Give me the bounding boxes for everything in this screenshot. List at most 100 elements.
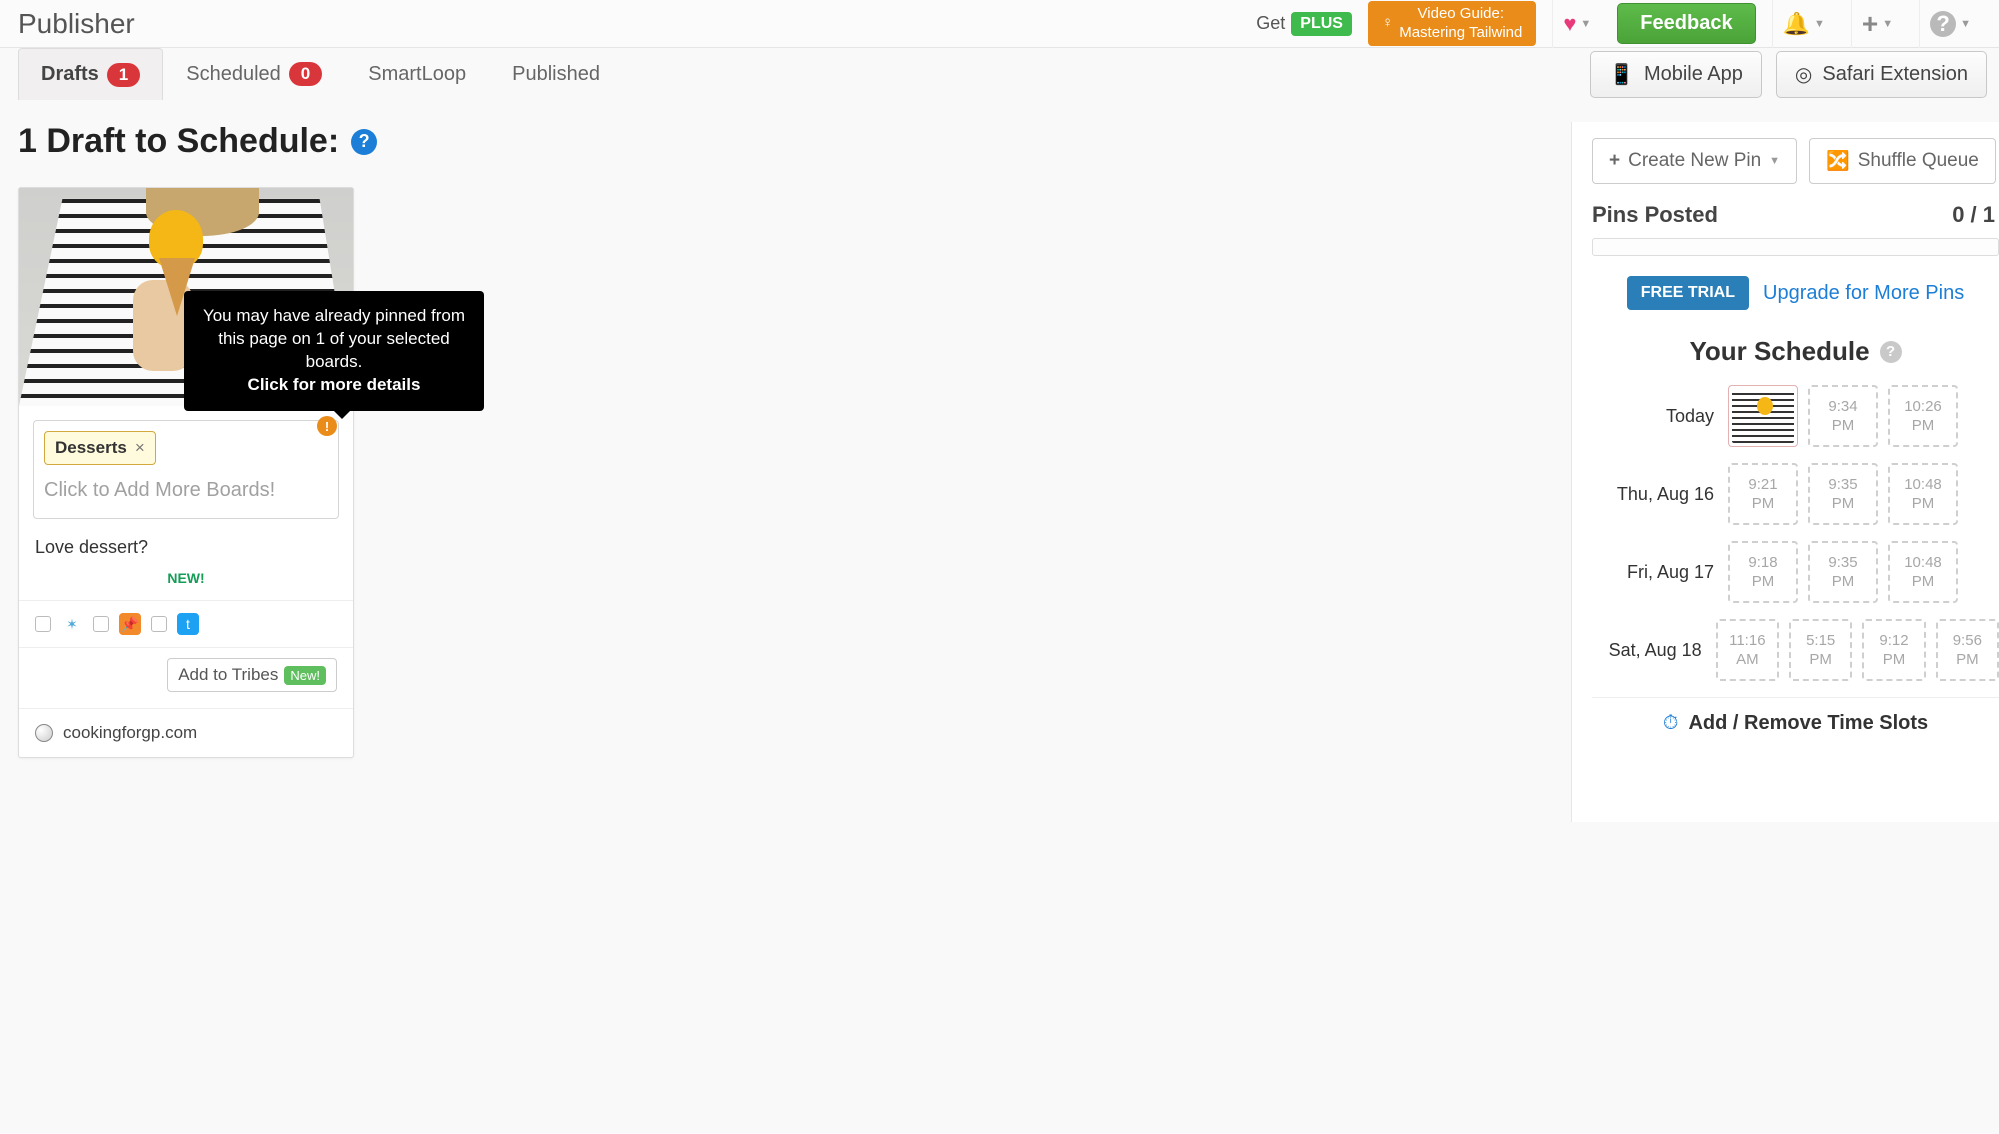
tab-drafts[interactable]: Drafts 1 <box>18 48 163 100</box>
tab-label: Published <box>512 63 600 86</box>
slot-time: 10:48 <box>1904 475 1942 495</box>
left-column: 1 Draft to Schedule: ? You may have alre… <box>18 122 1551 758</box>
tribes-new-badge: New! <box>284 666 326 685</box>
slot-period: PM <box>1832 416 1855 436</box>
schedule-row: Fri, Aug 179:18PM9:35PM10:48PM <box>1592 541 1999 603</box>
board-chip-label: Desserts <box>55 438 127 458</box>
schedule-day-label: Thu, Aug 16 <box>1592 484 1718 505</box>
shuffle-queue-button[interactable]: 🔀 Shuffle Queue <box>1809 138 1996 184</box>
mobile-app-label: Mobile App <box>1644 63 1743 86</box>
twitter-icon: t <box>177 613 199 635</box>
twitter-checkbox[interactable] <box>151 616 167 632</box>
schedule-slot[interactable]: 9:35PM <box>1808 463 1878 525</box>
pin-thumbnail-icon <box>1732 389 1794 443</box>
schedule-title-row: Your Schedule ? <box>1592 336 1999 367</box>
page-heading: 1 Draft to Schedule: <box>18 122 339 161</box>
schedule-slot[interactable]: 9:12PM <box>1862 619 1925 681</box>
schedule-slot[interactable] <box>1728 385 1798 447</box>
plus-icon: + <box>1609 150 1620 172</box>
remove-board-icon[interactable]: × <box>135 438 145 458</box>
tribes-row: Add to Tribes New! <box>19 648 353 708</box>
add-to-tribes-button[interactable]: Add to Tribes New! <box>167 658 337 692</box>
schedule-day-label: Today <box>1592 406 1718 427</box>
tab-smartloop[interactable]: SmartLoop <box>345 48 489 100</box>
help-icon[interactable]: ? <box>1880 341 1902 363</box>
share-row: ✶ 📌 t <box>19 600 353 648</box>
feedback-button[interactable]: Feedback <box>1617 3 1755 44</box>
schedule-slot[interactable]: 9:21PM <box>1728 463 1798 525</box>
get-plus-link[interactable]: Get PLUS <box>1256 12 1352 36</box>
tribes-label: Add to Tribes <box>178 665 278 685</box>
favorites-dropdown[interactable]: ♥ ▼ <box>1552 0 1601 48</box>
notifications-dropdown[interactable]: 🔔 ▼ <box>1772 0 1835 48</box>
schedule-slot[interactable]: 10:48PM <box>1888 541 1958 603</box>
add-remove-slots-button[interactable]: ⏱ Add / Remove Time Slots <box>1592 697 1999 749</box>
mobile-app-button[interactable]: 📱 Mobile App <box>1590 51 1762 98</box>
pin-description[interactable]: Love dessert? <box>19 533 353 570</box>
heart-icon: ♥ <box>1563 11 1576 37</box>
source-row[interactable]: cookingforgp.com <box>19 708 353 757</box>
tab-label: SmartLoop <box>368 63 466 86</box>
video-guide-line2: Mastering Tailwind <box>1399 24 1522 41</box>
video-guide-line1: Video Guide: <box>1418 5 1504 22</box>
schedule-slot[interactable]: 9:35PM <box>1808 541 1878 603</box>
warning-icon[interactable]: ! <box>317 416 337 436</box>
create-new-pin-button[interactable]: + Create New Pin ▼ <box>1592 138 1797 184</box>
page-heading-row: 1 Draft to Schedule: ? <box>18 122 1551 161</box>
main-content: 1 Draft to Schedule: ? You may have alre… <box>0 100 1999 822</box>
schedule-slot[interactable]: 9:18PM <box>1728 541 1798 603</box>
slot-time: 5:15 <box>1806 631 1835 651</box>
create-pin-label: Create New Pin <box>1628 150 1761 172</box>
slot-period: PM <box>1832 494 1855 514</box>
app-title: Publisher <box>18 8 135 40</box>
slot-time: 9:56 <box>1953 631 1982 651</box>
chevron-down-icon: ▼ <box>1882 18 1893 30</box>
pins-posted-label: Pins Posted <box>1592 202 1718 228</box>
pinterest-icon: 📌 <box>119 613 141 635</box>
tailwind-icon: ✶ <box>61 613 83 635</box>
pinterest-checkbox[interactable] <box>93 616 109 632</box>
drafts-count-badge: 1 <box>107 63 140 87</box>
schedule-title: Your Schedule <box>1689 336 1869 367</box>
chevron-down-icon: ▼ <box>1814 18 1825 30</box>
add-slots-label: Add / Remove Time Slots <box>1688 712 1928 735</box>
schedule-slot[interactable]: 10:48PM <box>1888 463 1958 525</box>
shuffle-label: Shuffle Queue <box>1858 150 1979 172</box>
video-guide-button[interactable]: ♀ Video Guide: Mastering Tailwind <box>1368 1 1536 47</box>
upgrade-link[interactable]: Upgrade for More Pins <box>1763 282 1964 305</box>
add-dropdown[interactable]: + ▼ <box>1851 0 1903 48</box>
help-icon[interactable]: ? <box>351 129 377 155</box>
source-url: cookingforgp.com <box>63 723 197 743</box>
get-label: Get <box>1256 13 1285 34</box>
sidebar-top-buttons: + Create New Pin ▼ 🔀 Shuffle Queue <box>1592 138 1999 184</box>
tab-published[interactable]: Published <box>489 48 623 100</box>
slot-period: PM <box>1912 572 1935 592</box>
schedule-slot[interactable]: 10:26PM <box>1888 385 1958 447</box>
pins-posted-count: 0 / 1 <box>1952 202 1995 228</box>
schedule-slot[interactable]: 5:15PM <box>1789 619 1852 681</box>
safari-extension-button[interactable]: ◎ Safari Extension <box>1776 51 1987 98</box>
tab-scheduled[interactable]: Scheduled 0 <box>163 48 345 100</box>
pin-card: ! Desserts × Click to Add More Boards! L… <box>18 187 354 758</box>
globe-icon <box>35 724 53 742</box>
compass-icon: ◎ <box>1795 62 1812 87</box>
slot-period: PM <box>1883 650 1906 670</box>
schedule-slot[interactable]: 9:34PM <box>1808 385 1878 447</box>
schedule-slot[interactable]: 11:16AM <box>1716 619 1779 681</box>
boards-placeholder[interactable]: Click to Add More Boards! <box>44 479 328 502</box>
tooltip-arrow-icon <box>334 411 350 419</box>
slot-time: 9:34 <box>1828 397 1857 417</box>
slot-time: 11:16 <box>1729 631 1765 651</box>
duplicate-pin-tooltip[interactable]: You may have already pinned from this pa… <box>184 291 484 411</box>
schedule-slot[interactable]: 9:56PM <box>1936 619 1999 681</box>
tooltip-line2: Click for more details <box>248 375 421 394</box>
schedule-row: Thu, Aug 169:21PM9:35PM10:48PM <box>1592 463 1999 525</box>
right-sidebar: + Create New Pin ▼ 🔀 Shuffle Queue Pins … <box>1571 122 1999 822</box>
help-dropdown[interactable]: ? ▼ <box>1919 0 1981 48</box>
boards-input-box[interactable]: Desserts × Click to Add More Boards! <box>33 420 339 519</box>
schedule-day-label: Sat, Aug 18 <box>1592 640 1706 661</box>
tailwind-checkbox[interactable] <box>35 616 51 632</box>
free-trial-badge: FREE TRIAL <box>1627 276 1749 310</box>
pins-posted-row: Pins Posted 0 / 1 <box>1592 202 1999 228</box>
header-right: Get PLUS ♀ Video Guide: Mastering Tailwi… <box>1256 0 1981 48</box>
